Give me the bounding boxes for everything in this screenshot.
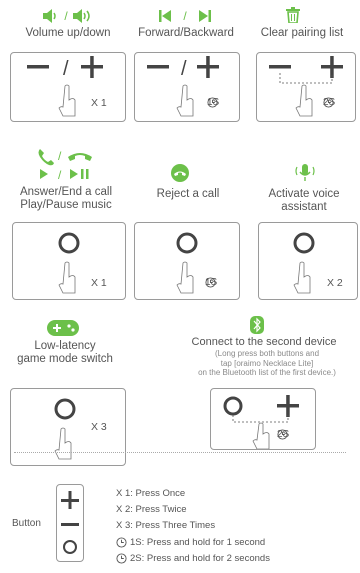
microphone-icon bbox=[295, 164, 315, 181]
instruction-note: (Long press both buttons and tap [oraimo… bbox=[198, 349, 336, 377]
gesture-box: 2S bbox=[256, 52, 356, 122]
function-label: Forward/Backward bbox=[138, 27, 234, 39]
gesture-box: 1S bbox=[134, 222, 240, 300]
gesture-box: / 1S bbox=[134, 52, 240, 122]
gesture-box: X 1 bbox=[12, 222, 126, 300]
volume-down-icon bbox=[43, 9, 57, 23]
clock-icon bbox=[205, 277, 216, 288]
gesture-box: 2S bbox=[210, 388, 316, 450]
clock-icon bbox=[277, 429, 288, 440]
legend-item: X 1: Press Once bbox=[116, 488, 186, 499]
function-label: Answer/End a call Play/Pause music bbox=[19, 186, 113, 211]
legend-item: 2S: Press and hold for 2 seconds bbox=[116, 553, 270, 564]
bluetooth-icon bbox=[250, 316, 264, 334]
track-icons: / bbox=[145, 8, 225, 24]
trash-icon-wrap bbox=[268, 6, 318, 24]
bluetooth-icon-wrap bbox=[250, 316, 264, 334]
volume-icons: / bbox=[28, 8, 108, 24]
hold-duration: 1S bbox=[205, 277, 218, 288]
hang-up-icon-wrap bbox=[171, 164, 189, 182]
press-count: X 3 bbox=[91, 421, 107, 433]
svg-text:/: / bbox=[181, 58, 187, 80]
clock-icon bbox=[207, 97, 218, 108]
function-label: Connect to the second device bbox=[191, 336, 337, 348]
press-count: X 1 bbox=[91, 277, 107, 289]
function-label: Volume up/down bbox=[25, 27, 111, 39]
function-label: Low-latency game mode switch bbox=[17, 340, 113, 365]
divider bbox=[14, 452, 346, 453]
previous-track-icon bbox=[159, 10, 172, 22]
clock-icon bbox=[116, 537, 127, 548]
clock-icon bbox=[116, 553, 127, 564]
button-diagram bbox=[56, 484, 84, 562]
svg-text:/: / bbox=[58, 168, 62, 182]
svg-text:/: / bbox=[58, 149, 62, 163]
function-label: Clear pairing list bbox=[260, 27, 344, 39]
legend-title: Button bbox=[12, 518, 41, 529]
next-track-icon bbox=[198, 10, 211, 22]
hold-duration: 1S bbox=[207, 97, 220, 108]
gamepad-icon bbox=[47, 320, 79, 336]
press-count: X 1 bbox=[91, 97, 107, 109]
hang-up-icon bbox=[171, 164, 189, 182]
press-count: X 2 bbox=[327, 277, 343, 289]
legend-item: 1S: Press and hold for 1 second bbox=[116, 537, 265, 548]
call-play-icons: / / bbox=[36, 146, 100, 182]
microphone-icon-wrap bbox=[292, 163, 318, 183]
gesture-box: / X 1 bbox=[10, 52, 126, 122]
gesture-box: X 2 bbox=[258, 222, 358, 300]
legend-item: X 3: Press Three Times bbox=[116, 520, 216, 531]
volume-up-icon bbox=[72, 9, 90, 23]
function-label: Reject a call bbox=[156, 188, 220, 200]
trash-icon bbox=[286, 7, 300, 23]
gesture-box: X 3 bbox=[10, 388, 126, 466]
legend-item: X 2: Press Twice bbox=[116, 504, 187, 515]
hold-duration: 2S bbox=[323, 97, 336, 108]
hold-duration: 2S bbox=[277, 429, 290, 440]
function-label: Activate voice assistant bbox=[268, 188, 340, 213]
svg-text:/: / bbox=[63, 58, 69, 80]
gamepad-icon-wrap bbox=[47, 320, 79, 336]
clock-icon bbox=[323, 97, 334, 108]
